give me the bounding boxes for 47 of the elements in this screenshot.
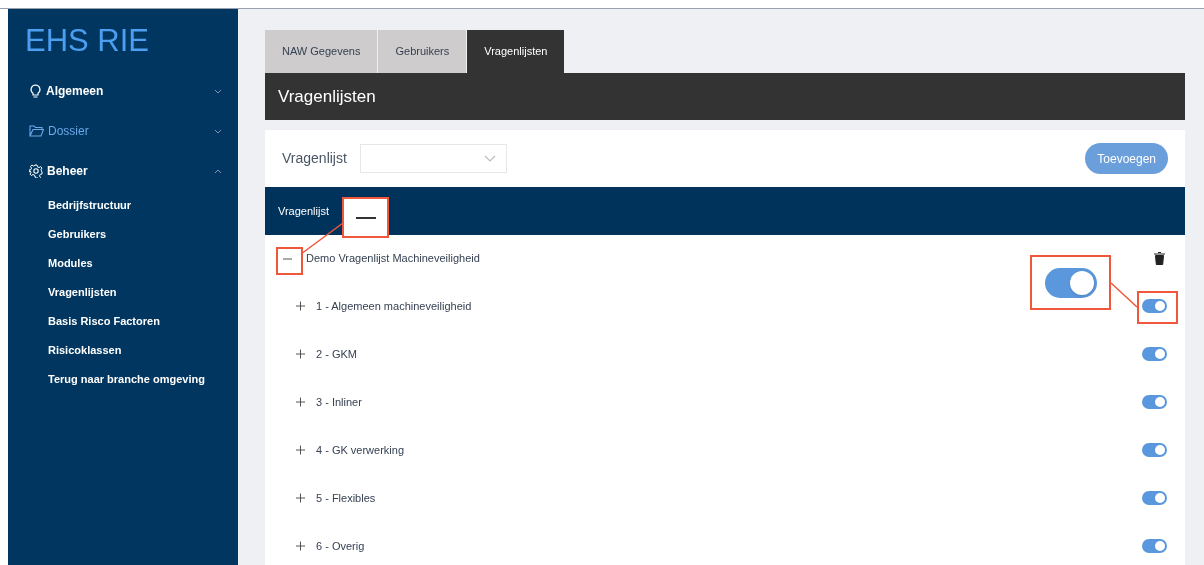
tab[interactable]: NAW Gegevens [265, 30, 378, 73]
toggle-switch[interactable] [1142, 347, 1167, 361]
panel-title: Vragenlijsten [265, 73, 1185, 120]
tab[interactable]: Gebruikers [378, 30, 467, 73]
sidebar-item[interactable]: Dossier [8, 111, 238, 151]
highlight-frame [1137, 291, 1178, 324]
section-title: 6 - Overig [316, 538, 365, 554]
sidebar-subitem[interactable]: Modules [8, 249, 93, 278]
sidebar-subitem[interactable]: Terug naar branche omgeving [8, 365, 205, 394]
sidebar-subitem[interactable]: Gebruikers [8, 220, 107, 249]
tab[interactable]: Vragenlijsten [467, 30, 565, 73]
toggle-switch[interactable] [1142, 491, 1167, 505]
trash-icon[interactable] [1154, 252, 1165, 265]
plus-icon[interactable] [295, 445, 306, 455]
lightbulb-icon [29, 83, 42, 99]
chevron-down-icon [483, 154, 496, 163]
sidebar-subitem[interactable]: Bedrijfstructuur [8, 191, 132, 220]
plus-icon[interactable] [295, 349, 306, 359]
highlight-frame [276, 247, 303, 275]
section-title: 1 - Algemeen machineveiligheid [316, 298, 472, 314]
plus-icon[interactable] [295, 493, 306, 503]
sidebar-item[interactable]: Algemeen [8, 71, 238, 111]
minus-icon [355, 216, 376, 219]
chevron-down-icon [214, 88, 222, 94]
folder-icon [29, 125, 44, 137]
toggle-switch[interactable] [1142, 299, 1167, 313]
questionnaire-title: Demo Vragenlijst Machineveiligheid [306, 251, 480, 267]
section-title: 2 - GKM [316, 346, 357, 362]
plus-icon[interactable] [295, 397, 306, 407]
filter-label: Vragenlijst [282, 149, 347, 168]
chevron-down-icon [214, 128, 222, 134]
section-title: 3 - Inliner [316, 394, 362, 410]
section-title: 4 - GK verwerking [316, 442, 405, 458]
sidebar-subitem[interactable]: Vragenlijsten [8, 278, 117, 307]
plus-icon[interactable] [295, 541, 306, 551]
toggle-switch[interactable] [1142, 539, 1167, 553]
app-logo: EHS RIE [25, 23, 151, 59]
sidebar-subitem[interactable]: Risicoklassen [8, 336, 122, 365]
chevron-up-icon [214, 168, 222, 174]
plus-icon[interactable] [295, 301, 306, 311]
column-header: Vragenlijst [278, 203, 329, 219]
sidebar-subitem[interactable]: Basis Risco Factoren [8, 307, 160, 336]
sidebar-item[interactable]: Beheer [8, 151, 238, 191]
section-title: 5 - Flexibles [316, 490, 376, 506]
toggle-switch[interactable] [1142, 443, 1167, 457]
gear-icon [29, 164, 43, 178]
toggle-switch[interactable] [1142, 395, 1167, 409]
